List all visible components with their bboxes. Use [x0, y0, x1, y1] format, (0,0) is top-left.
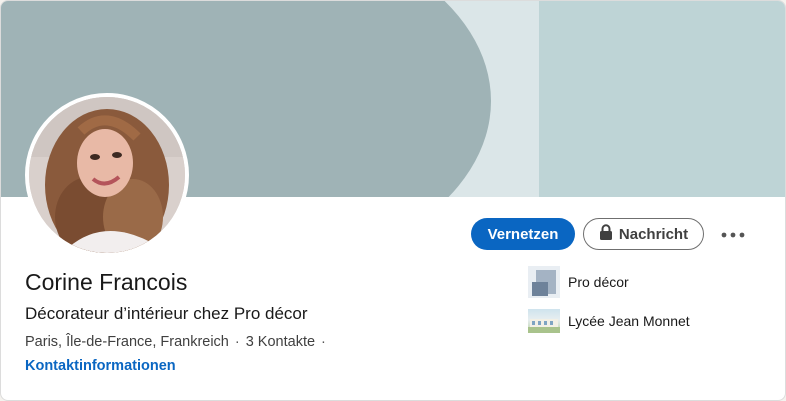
separator: ·: [234, 334, 240, 350]
contact-info-link[interactable]: Kontaktinformationen: [25, 358, 176, 374]
school-logo: [528, 309, 560, 333]
avatar[interactable]: [25, 93, 189, 257]
connect-button[interactable]: Vernetzen: [471, 218, 575, 250]
current-company[interactable]: Pro décor: [528, 266, 629, 298]
message-button-label: Nachricht: [618, 225, 689, 243]
separator: ·: [321, 334, 326, 350]
location-text: Paris, Île-de-France, Frankreich: [25, 334, 229, 350]
more-icon: [721, 225, 745, 243]
school-name: Lycée Jean Monnet: [568, 313, 690, 329]
company-name: Pro décor: [568, 274, 629, 290]
message-button[interactable]: Nachricht: [583, 218, 704, 250]
profile-card: Vernetzen Nachricht Corine Francois Déco…: [0, 0, 786, 401]
profile-headline: Décorateur d’intérieur chez Pro décor: [25, 304, 308, 323]
avatar-photo: [29, 97, 185, 253]
profile-name: Corine Francois: [25, 269, 188, 295]
company-logo: [528, 266, 560, 298]
more-actions-button[interactable]: [713, 220, 753, 248]
profile-meta: Paris, Île-de-France, Frankreich · 3 Kon…: [25, 334, 326, 350]
connections-count[interactable]: 3 Kontakte: [246, 334, 315, 350]
school[interactable]: Lycée Jean Monnet: [528, 309, 690, 333]
connect-button-label: Vernetzen: [487, 225, 559, 243]
lock-icon: [599, 224, 613, 244]
